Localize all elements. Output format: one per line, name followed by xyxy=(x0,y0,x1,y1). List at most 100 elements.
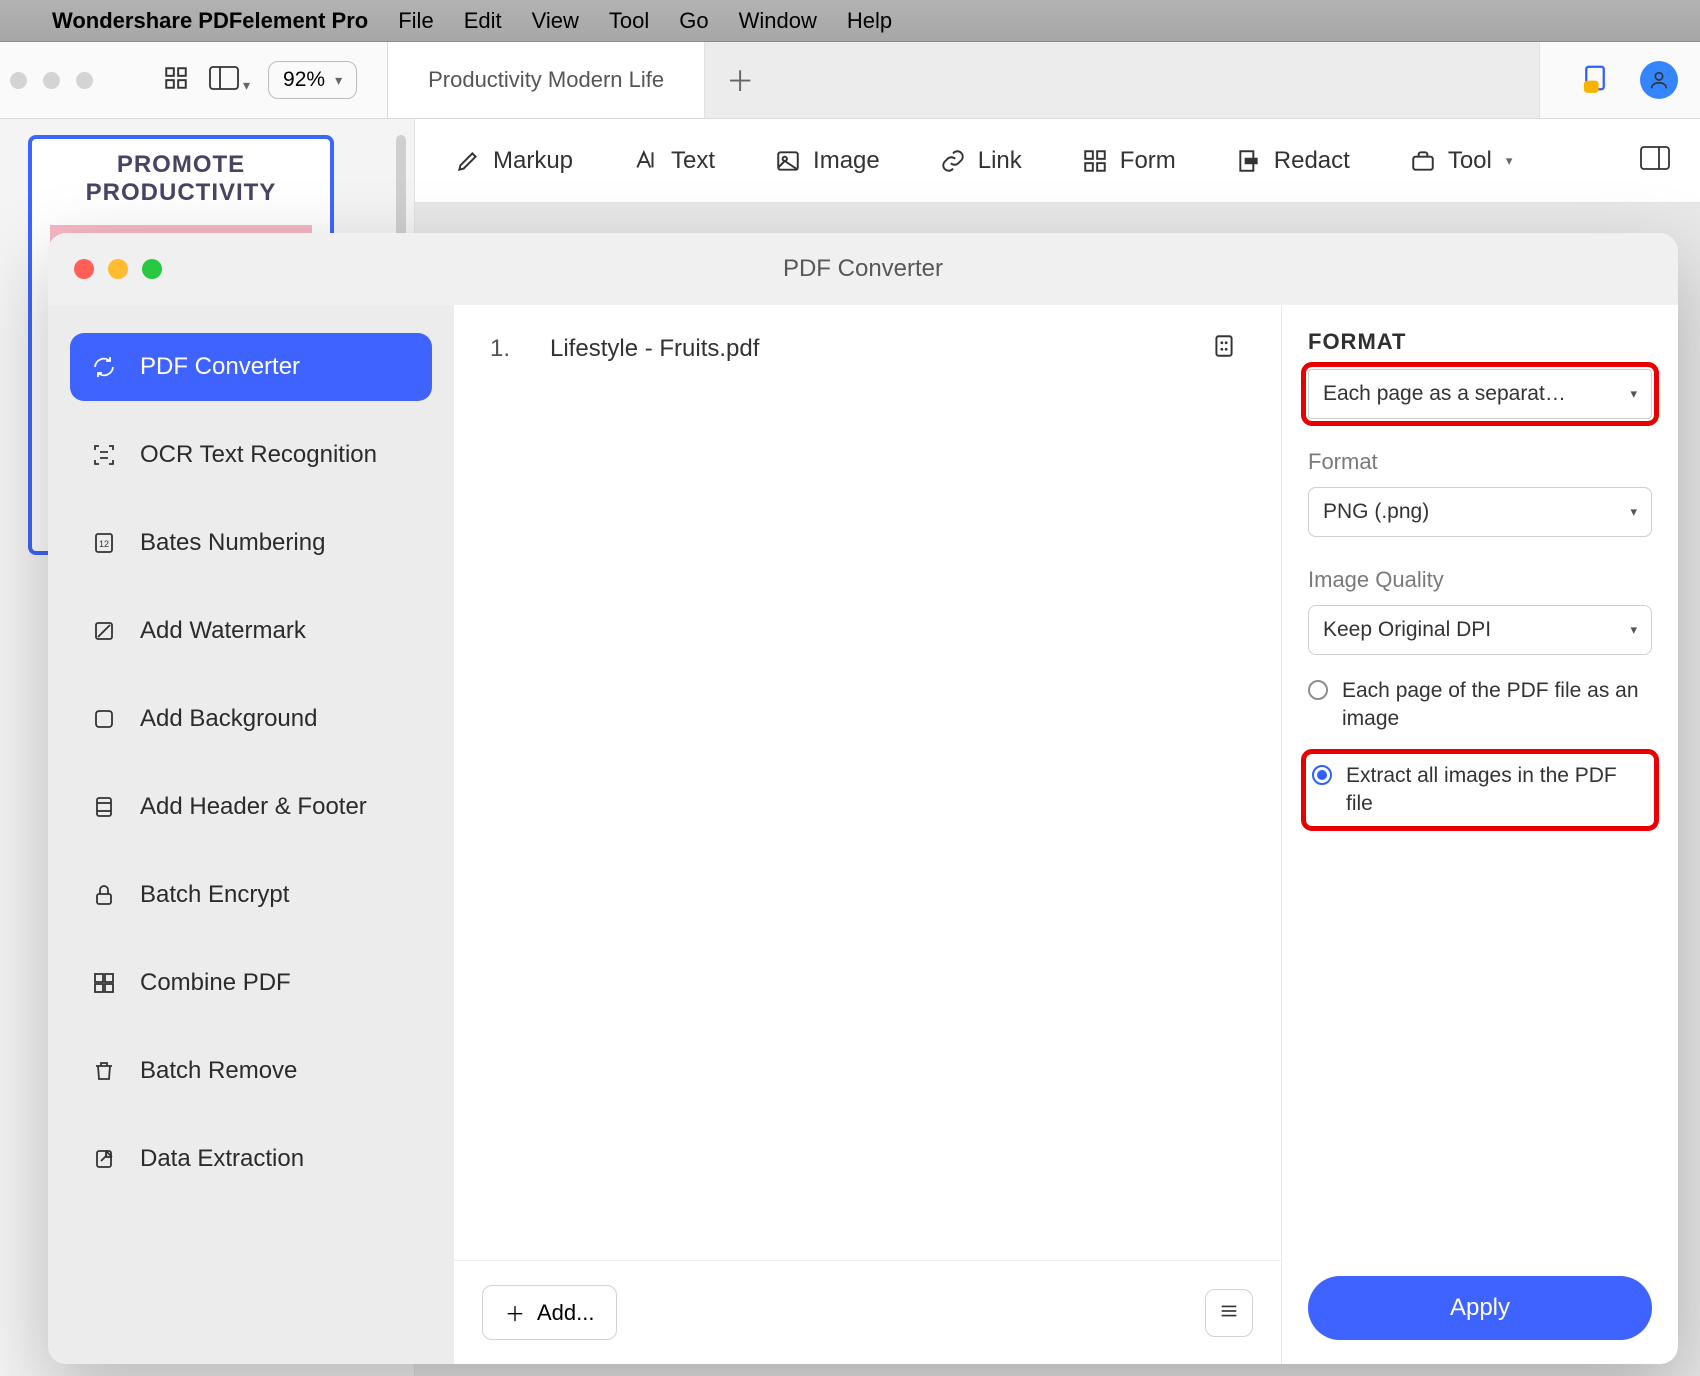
sidebar-label: Batch Encrypt xyxy=(140,881,289,909)
sidebar-label: Add Watermark xyxy=(140,617,306,645)
file-list-column: 1. Lifestyle - Fruits.pdf ＋ Add... xyxy=(454,305,1282,1364)
app-name[interactable]: Wondershare PDFelement Pro xyxy=(52,8,368,34)
document-tab[interactable]: Productivity Modern Life xyxy=(388,42,705,118)
sidebar-item-background[interactable]: Add Background xyxy=(70,685,432,753)
sidebar-item-pdf-converter[interactable]: PDF Converter xyxy=(70,333,432,401)
add-file-button[interactable]: ＋ Add... xyxy=(482,1285,617,1340)
sidebar-item-batch-remove[interactable]: Batch Remove xyxy=(70,1037,432,1105)
output-mode-select[interactable]: Each page as a separat… ▾ xyxy=(1308,369,1652,419)
output-mode-value: Each page as a separat… xyxy=(1323,382,1566,406)
app-chrome: ▾ 92% ▾ Productivity Modern Life ＋ xyxy=(0,42,1700,119)
sidebar-item-header-footer[interactable]: Add Header & Footer xyxy=(70,773,432,841)
lock-icon xyxy=(90,881,118,909)
minimize-window-icon[interactable] xyxy=(108,259,128,279)
dot xyxy=(76,72,93,89)
zoom-window-icon[interactable] xyxy=(142,259,162,279)
menu-view[interactable]: View xyxy=(532,8,579,34)
sidebar-label: Add Background xyxy=(140,705,317,733)
form-icon xyxy=(1082,148,1108,174)
markup-icon xyxy=(455,148,481,174)
sidebar-item-bates[interactable]: 12 Bates Numbering xyxy=(70,509,432,577)
image-quality-select[interactable]: Keep Original DPI ▾ xyxy=(1308,605,1652,655)
tool-form[interactable]: Form xyxy=(1082,147,1176,175)
tool-sidebar: PDF Converter OCR Text Recognition 12 Bat… xyxy=(48,305,454,1364)
menu-window[interactable]: Window xyxy=(739,8,817,34)
convert-icon xyxy=(90,353,118,381)
menu-go[interactable]: Go xyxy=(679,8,708,34)
redact-icon xyxy=(1236,148,1262,174)
toolbox-icon xyxy=(1410,148,1436,174)
grid-view-icon[interactable] xyxy=(163,65,189,96)
apply-label: Apply xyxy=(1450,1294,1510,1321)
menu-tool[interactable]: Tool xyxy=(609,8,649,34)
file-name: Lifestyle - Fruits.pdf xyxy=(550,335,1211,363)
tool-markup[interactable]: Markup xyxy=(455,147,573,175)
radio-label: Extract all images in the PDF file xyxy=(1346,762,1648,819)
chevron-down-icon: ▾ xyxy=(335,72,342,89)
modal-title: PDF Converter xyxy=(48,255,1678,283)
file-list-menu-button[interactable] xyxy=(1205,1289,1253,1337)
format-heading: FORMAT xyxy=(1308,329,1652,355)
svg-text:12: 12 xyxy=(99,539,109,549)
sidebar-item-data-extraction[interactable]: Data Extraction xyxy=(70,1125,432,1193)
sidebar-item-combine[interactable]: Combine PDF xyxy=(70,949,432,1017)
menu-file[interactable]: File xyxy=(398,8,433,34)
radio-label: Each page of the PDF file as an image xyxy=(1342,677,1652,734)
account-avatar-icon[interactable] xyxy=(1640,61,1678,99)
thumbnail-page-title: PROMOTE PRODUCTIVITY xyxy=(32,139,330,219)
extract-icon xyxy=(90,1145,118,1173)
tab-bar: Productivity Modern Life ＋ xyxy=(387,42,1700,118)
sidebar-label: Bates Numbering xyxy=(140,529,325,557)
sidebar-label: Batch Remove xyxy=(140,1057,297,1085)
dot xyxy=(10,72,27,89)
file-row[interactable]: 1. Lifestyle - Fruits.pdf xyxy=(454,305,1281,393)
trash-icon xyxy=(90,1057,118,1085)
new-tab-button[interactable]: ＋ xyxy=(705,42,775,118)
file-index: 1. xyxy=(490,335,550,363)
chevron-down-icon: ▾ xyxy=(1630,386,1637,402)
sidebar-item-ocr[interactable]: OCR Text Recognition xyxy=(70,421,432,489)
sidebar-label: PDF Converter xyxy=(140,353,300,381)
panel-toggle-icon[interactable] xyxy=(1640,146,1670,175)
chevron-down-icon: ▾ xyxy=(1630,622,1637,638)
format-panel: FORMAT Each page as a separat… ▾ Format … xyxy=(1282,305,1678,1364)
link-icon xyxy=(940,148,966,174)
add-label: Add... xyxy=(537,1300,594,1326)
header-footer-icon xyxy=(90,793,118,821)
chevron-down-icon: ▾ xyxy=(1630,504,1637,520)
zoom-value: 92% xyxy=(283,68,325,92)
menu-help[interactable]: Help xyxy=(847,8,892,34)
tool-image[interactable]: Image xyxy=(775,147,880,175)
file-format-select[interactable]: PNG (.png) ▾ xyxy=(1308,487,1652,537)
window-controls-inactive xyxy=(10,72,93,89)
radio-icon xyxy=(1308,680,1328,700)
tool-more[interactable]: Tool▾ xyxy=(1410,147,1513,175)
zoom-select[interactable]: 92% ▾ xyxy=(268,61,357,99)
close-window-icon[interactable] xyxy=(74,259,94,279)
sidebar-item-watermark[interactable]: Add Watermark xyxy=(70,597,432,665)
quality-label: Image Quality xyxy=(1308,567,1652,593)
pdf-converter-modal: PDF Converter PDF Converter OCR Text Rec… xyxy=(48,233,1678,1364)
chevron-down-icon: ▾ xyxy=(1506,153,1513,169)
tool-link[interactable]: Link xyxy=(940,147,1022,175)
apply-button[interactable]: Apply xyxy=(1308,1276,1652,1340)
file-list-footer: ＋ Add... xyxy=(454,1260,1281,1364)
tool-redact[interactable]: Redact xyxy=(1236,147,1350,175)
dot xyxy=(43,72,60,89)
radio-icon xyxy=(1312,765,1332,785)
sidebar-toggle-icon[interactable]: ▾ xyxy=(209,66,250,95)
background-icon xyxy=(90,705,118,733)
page-range-icon[interactable] xyxy=(1211,333,1245,365)
watermark-icon xyxy=(90,617,118,645)
sidebar-label: Data Extraction xyxy=(140,1145,304,1173)
sidebar-item-encrypt[interactable]: Batch Encrypt xyxy=(70,861,432,929)
tool-text[interactable]: Text xyxy=(633,147,715,175)
radio-extract-images[interactable]: Extract all images in the PDF file xyxy=(1308,756,1652,825)
radio-each-page[interactable]: Each page of the PDF file as an image xyxy=(1308,677,1652,734)
traffic-lights xyxy=(74,259,162,279)
mac-menubar: Wondershare PDFelement Pro File Edit Vie… xyxy=(0,0,1700,42)
protect-icon[interactable] xyxy=(1580,63,1610,98)
hamburger-icon xyxy=(1218,1300,1240,1325)
plus-icon: ＋ xyxy=(505,1298,525,1327)
menu-edit[interactable]: Edit xyxy=(464,8,502,34)
